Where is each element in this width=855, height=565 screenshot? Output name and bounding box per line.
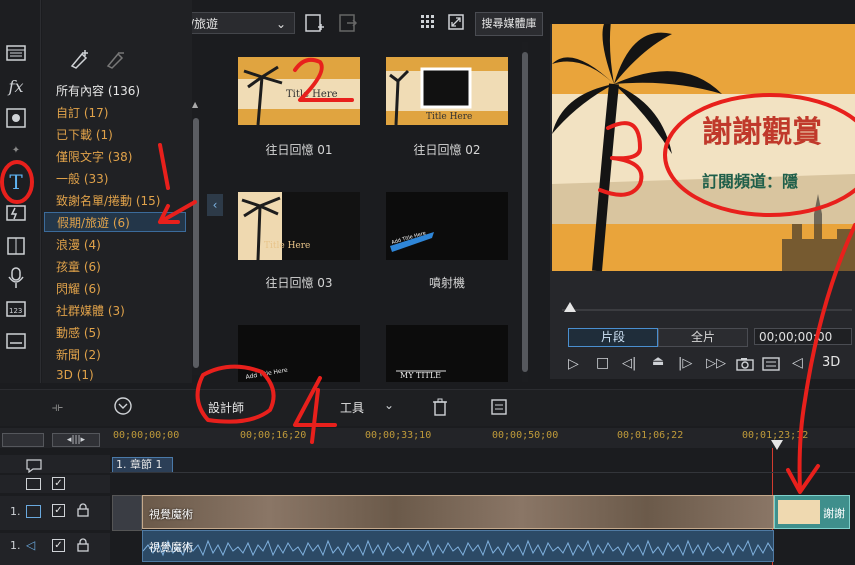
annotation-ellipse-preview-text [663,93,855,217]
annotation-arrow-3 [797,223,855,492]
annotation-arrowhead-3 [786,464,820,494]
annotation-number-2 [293,57,354,102]
annotation-circle-designer [195,364,276,424]
annotation-number-3 [598,121,644,197]
annotation-number-4 [293,376,337,444]
annotation-circle-title-icon [0,160,34,204]
annotation-overlay [0,57,855,494]
annotation-arrow-1 [158,200,197,224]
annotation-stroke-1 [158,143,170,190]
